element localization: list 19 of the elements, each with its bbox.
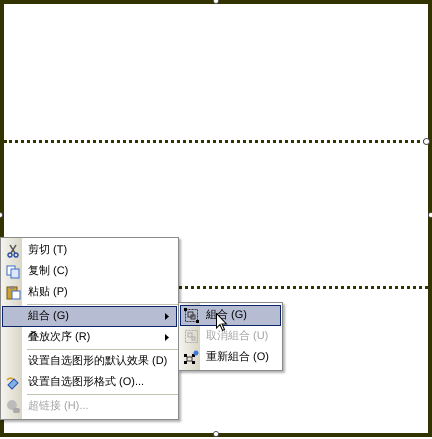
- group-icon: [184, 308, 198, 323]
- selection-handle[interactable]: [213, 431, 219, 437]
- menu-item[interactable]: 粘贴 (P): [2, 282, 177, 303]
- submenu-arrow-icon: [165, 334, 169, 341]
- menu-item[interactable]: 組合 (G): [2, 306, 177, 327]
- regroup-icon: [183, 350, 199, 365]
- menu-item[interactable]: 设置自选图形的默认效果 (D): [2, 351, 177, 372]
- copy-icon: [6, 264, 20, 278]
- menu-item[interactable]: 复制 (C): [2, 261, 177, 282]
- clipboard-icon: [6, 285, 20, 300]
- ungroup-icon: [184, 329, 198, 344]
- menu-item[interactable]: 剪切 (T): [2, 240, 177, 261]
- scissors-icon: [6, 244, 20, 258]
- menu-item[interactable]: 设置自选图形格式 (O)...: [2, 372, 177, 393]
- menu-item[interactable]: 重新組合 (O): [180, 347, 281, 368]
- format-shape-icon: [6, 376, 20, 390]
- submenu-arrow-icon: [165, 313, 169, 320]
- selection-handle[interactable]: [423, 138, 430, 145]
- menu-item[interactable]: 叠放次序 (R): [2, 327, 177, 348]
